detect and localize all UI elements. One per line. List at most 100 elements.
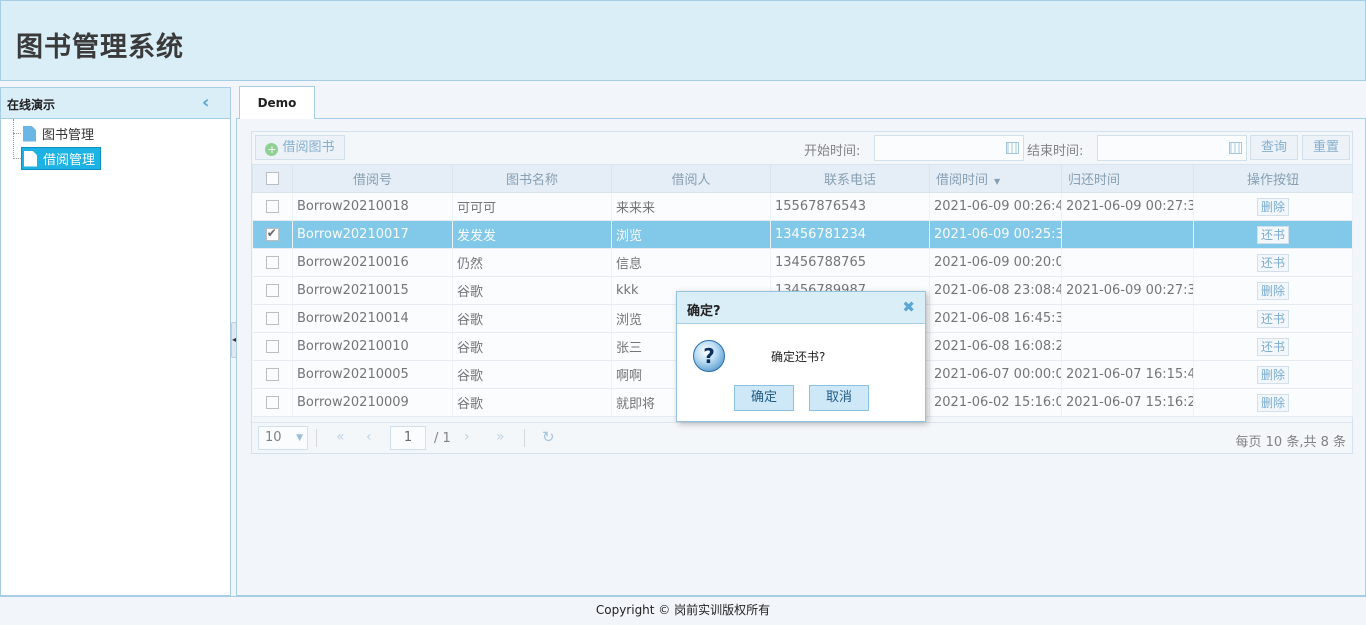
cell-borrower: 浏览 xyxy=(611,220,771,249)
table-header-row: 借阅号 图书名称 借阅人 联系电话 借阅时间 ▼ 归还时间 操作按钮 xyxy=(252,164,1353,193)
end-time-label: 结束时间: xyxy=(1027,144,1084,159)
cell-borrow-time: 2021-06-08 16:08:20 xyxy=(929,332,1062,361)
delete-button[interactable]: 删除 xyxy=(1256,197,1289,216)
cell-book: 可可可 xyxy=(452,192,612,221)
cell-return-time xyxy=(1061,248,1194,277)
cell-return-time xyxy=(1061,304,1194,333)
cell-return-time: 2021-06-09 00:27:32 xyxy=(1061,192,1194,221)
col-header-return-time[interactable]: 归还时间 xyxy=(1061,164,1194,193)
next-page-icon[interactable]: › xyxy=(464,429,470,445)
sidebar-title: 在线演示 xyxy=(7,98,56,112)
cell-borrow-time: 2021-06-09 00:20:03 xyxy=(929,248,1062,277)
row-checkbox[interactable] xyxy=(265,368,279,381)
cell-book: 谷歌 xyxy=(452,304,612,333)
delete-button[interactable]: 删除 xyxy=(1256,281,1289,300)
file-icon xyxy=(24,150,37,167)
dialog-message: 确定还书? xyxy=(771,350,826,364)
tab-demo[interactable]: Demo xyxy=(239,86,315,120)
delete-button[interactable]: 删除 xyxy=(1256,393,1289,412)
question-icon: ? xyxy=(693,340,725,372)
start-time-label: 开始时间: xyxy=(804,144,861,159)
page-size-select[interactable]: 10 ▼ xyxy=(258,426,308,450)
cell-borrow-time: 2021-06-02 15:16:05 xyxy=(929,388,1062,417)
pagination-bar: 10 ▼ « ‹ 1 / 1 › » ↻ 每页 10 条,共 8 条 xyxy=(252,422,1352,454)
refresh-icon[interactable]: ↻ xyxy=(542,428,555,446)
cell-borrow-time: 2021-06-08 16:45:38 xyxy=(929,304,1062,333)
table-row[interactable]: Borrow20210017 发发发 浏览 13456781234 2021-0… xyxy=(252,220,1353,249)
cell-borrow-time: 2021-06-07 00:00:00 xyxy=(929,360,1062,389)
end-time-input[interactable] xyxy=(1097,135,1247,161)
dialog-header: 确定? ✖ xyxy=(677,292,925,324)
col-header-phone[interactable]: 联系电话 xyxy=(770,164,930,193)
row-checkbox[interactable] xyxy=(265,226,279,241)
cancel-button[interactable]: 取消 xyxy=(809,385,869,411)
row-checkbox[interactable] xyxy=(265,340,279,353)
start-time-input[interactable] xyxy=(874,135,1024,161)
sidebar: 在线演示 ‹ 图书管理 借阅管理 xyxy=(0,87,231,596)
row-checkbox[interactable] xyxy=(265,256,279,269)
sidebar-item-label: 图书管理 xyxy=(42,128,95,143)
col-header-borrower[interactable]: 借阅人 xyxy=(611,164,771,193)
col-header-actions: 操作按钮 xyxy=(1193,164,1353,193)
close-icon[interactable]: ✖ xyxy=(902,298,915,316)
calendar-icon[interactable] xyxy=(1229,142,1242,154)
select-all-checkbox[interactable] xyxy=(266,172,279,185)
reset-button[interactable]: 重置 xyxy=(1302,135,1350,160)
cell-borrow-time: 2021-06-09 00:26:42 xyxy=(929,192,1062,221)
cell-return-time: 2021-06-07 15:16:22 xyxy=(1061,388,1194,417)
col-header-id[interactable]: 借阅号 xyxy=(292,164,453,193)
chevron-down-icon: ▼ xyxy=(296,433,303,443)
cell-id: Borrow20210009 xyxy=(292,388,453,417)
dialog-title: 确定? xyxy=(687,304,721,319)
return-book-button[interactable]: 还书 xyxy=(1256,309,1289,328)
return-book-button[interactable]: 还书 xyxy=(1256,253,1289,272)
ok-button[interactable]: 确定 xyxy=(734,385,794,411)
cell-phone: 13456788765 xyxy=(770,248,930,277)
col-header-book[interactable]: 图书名称 xyxy=(452,164,612,193)
cell-borrow-time: 2021-06-08 23:08:44 xyxy=(929,276,1062,305)
copyright-text: Copyright © 岗前实训版权所有 xyxy=(595,603,771,617)
row-checkbox[interactable] xyxy=(265,312,279,325)
cell-return-time: 2021-06-09 00:27:38 xyxy=(1061,276,1194,305)
row-checkbox[interactable] xyxy=(265,396,279,409)
grid-toolbar: + 借阅图书 开始时间: 结束时间: 查询 重置 xyxy=(252,132,1352,164)
cell-book: 谷歌 xyxy=(452,360,612,389)
app-title: 图书管理系统 xyxy=(16,32,184,63)
app-header: 图书管理系统 xyxy=(0,0,1366,81)
cell-id: Borrow20210015 xyxy=(292,276,453,305)
cell-id: Borrow20210010 xyxy=(292,332,453,361)
sidebar-item-label: 借阅管理 xyxy=(43,153,96,168)
page-number-input[interactable]: 1 xyxy=(390,426,426,450)
cell-return-time xyxy=(1061,220,1194,249)
cell-borrow-time: 2021-06-09 00:25:36 xyxy=(929,220,1062,249)
table-row[interactable]: Borrow20210016 仍然 信息 13456788765 2021-06… xyxy=(252,248,1353,277)
cell-id: Borrow20210018 xyxy=(292,192,453,221)
first-page-icon[interactable]: « xyxy=(336,429,345,445)
cell-phone: 15567876543 xyxy=(770,192,930,221)
cell-book: 谷歌 xyxy=(452,388,612,417)
borrow-book-button[interactable]: + 借阅图书 xyxy=(255,135,345,160)
row-checkbox[interactable] xyxy=(265,200,279,213)
return-book-button[interactable]: 还书 xyxy=(1256,337,1289,356)
table-row[interactable]: Borrow20210018 可可可 来来来 15567876543 2021-… xyxy=(252,192,1353,221)
collapse-left-icon[interactable]: ‹ xyxy=(202,94,218,112)
query-button[interactable]: 查询 xyxy=(1250,135,1298,160)
row-checkbox[interactable] xyxy=(265,284,279,297)
cell-book: 谷歌 xyxy=(452,332,612,361)
add-icon: + xyxy=(265,143,279,156)
nav-tree: 图书管理 借阅管理 xyxy=(1,119,230,171)
confirm-dialog: 确定? ✖ ? 确定还书? 确定 取消 xyxy=(676,291,926,422)
cell-return-time: 2021-06-07 16:15:40 xyxy=(1061,360,1194,389)
return-book-button[interactable]: 还书 xyxy=(1256,225,1289,244)
sidebar-header: 在线演示 ‹ xyxy=(1,88,230,119)
last-page-icon[interactable]: » xyxy=(496,429,505,445)
col-header-borrow-time[interactable]: 借阅时间 ▼ xyxy=(929,164,1062,193)
cell-id: Borrow20210017 xyxy=(292,220,453,249)
sidebar-item-book-management[interactable]: 图书管理 xyxy=(13,121,230,146)
delete-button[interactable]: 删除 xyxy=(1256,365,1289,384)
cell-phone: 13456781234 xyxy=(770,220,930,249)
prev-page-icon[interactable]: ‹ xyxy=(366,429,372,445)
file-icon xyxy=(23,125,36,142)
calendar-icon[interactable] xyxy=(1006,142,1019,154)
sidebar-item-borrow-management[interactable]: 借阅管理 xyxy=(13,146,230,171)
